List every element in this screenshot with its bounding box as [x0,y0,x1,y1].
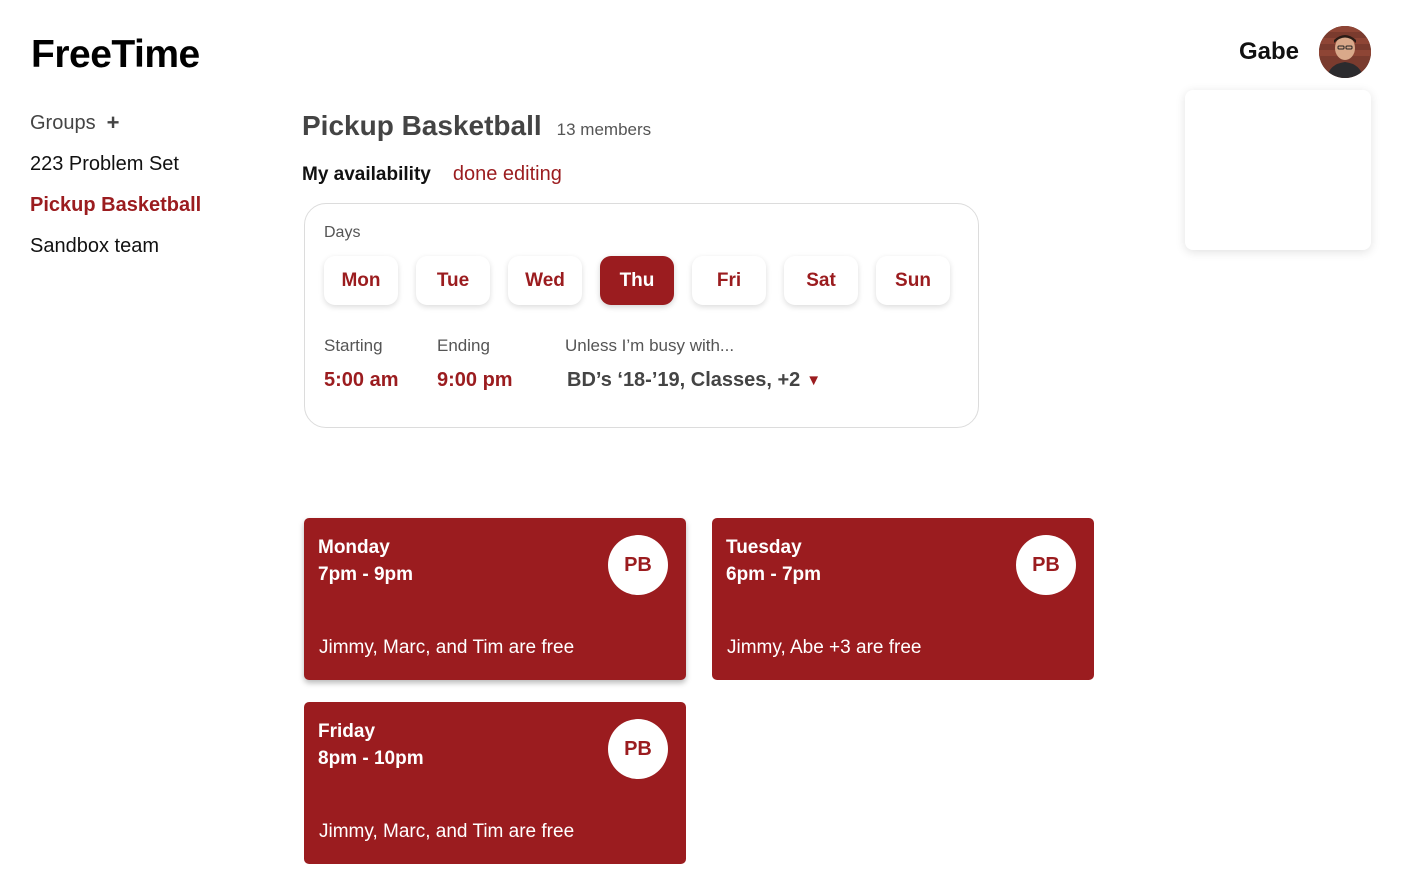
group-badge: PB [608,719,668,779]
ending-time-value[interactable]: 9:00 pm [437,369,513,392]
avatar-image [1319,26,1371,78]
user-dropdown-panel [1185,90,1371,250]
groups-label: Groups [30,111,96,134]
days-label: Days [324,224,361,241]
busy-calendars-value: BD’s ‘18-’19, Classes, +2 [567,369,801,391]
slot-card-monday[interactable]: Monday 7pm - 9pm Jimmy, Marc, and Tim ar… [304,518,686,680]
day-button-fri[interactable]: Fri [692,256,766,305]
sidebar-item-223-problem-set[interactable]: 223 Problem Set [30,149,201,190]
member-count[interactable]: 13 members [557,120,651,140]
slot-time: 7pm - 9pm [318,564,414,585]
day-button-sun[interactable]: Sun [876,256,950,305]
app-logo[interactable]: FreeTime [31,33,200,77]
day-button-wed[interactable]: Wed [508,256,582,305]
slot-day: Friday [318,721,376,742]
sidebar-item-sandbox-team[interactable]: Sandbox team [30,231,201,272]
starting-time-value[interactable]: 5:00 am [324,369,399,392]
user-menu[interactable]: Gabe [1239,26,1371,78]
day-button-thu[interactable]: Thu [600,256,674,305]
group-list: 223 Problem Set Pickup Basketball Sandbo… [30,149,201,272]
availability-label: My availability [302,164,431,185]
slot-day: Tuesday [726,537,802,558]
sidebar-item-pickup-basketball[interactable]: Pickup Basketball [30,190,201,231]
slot-card-tuesday[interactable]: Tuesday 6pm - 7pm Jimmy, Abe +3 are free… [712,518,1094,680]
starting-label: Starting [324,336,383,355]
busy-calendars-dropdown[interactable]: BD’s ‘18-’19, Classes, +2 ▼ [567,369,821,392]
group-badge: PB [608,535,668,595]
day-button-mon[interactable]: Mon [324,256,398,305]
user-avatar[interactable] [1319,26,1371,78]
slot-free-members: Jimmy, Marc, and Tim are free [319,821,575,842]
group-header: Pickup Basketball 13 members [302,110,651,142]
day-button-tue[interactable]: Tue [416,256,490,305]
slot-day: Monday [318,537,390,558]
group-badge: PB [1016,535,1076,595]
busy-label: Unless I’m busy with... [565,336,735,355]
slot-time: 8pm - 10pm [318,748,424,769]
slot-card-friday[interactable]: Friday 8pm - 10pm Jimmy, Marc, and Tim a… [304,702,686,864]
slot-free-members: Jimmy, Abe +3 are free [727,637,922,658]
slot-time: 6pm - 7pm [726,564,822,585]
availability-header: My availability done editing [302,163,562,186]
done-editing-link[interactable]: done editing [453,163,562,186]
app-root: FreeTime Gabe Groups + 223 Problem Set P… [0,0,1404,884]
groups-header: Groups + [30,108,201,138]
slot-free-members: Jimmy, Marc, and Tim are free [319,637,575,658]
day-button-sat[interactable]: Sat [784,256,858,305]
availability-editor: Days Mon Tue Wed Thu Fri Sat Sun Startin… [304,203,979,428]
plus-icon[interactable]: + [107,110,120,136]
ending-label: Ending [437,336,490,355]
page-title: Pickup Basketball [302,110,542,141]
user-name[interactable]: Gabe [1239,38,1299,66]
caret-down-icon[interactable]: ▼ [806,372,821,389]
sidebar: Groups + 223 Problem Set Pickup Basketba… [30,108,201,272]
